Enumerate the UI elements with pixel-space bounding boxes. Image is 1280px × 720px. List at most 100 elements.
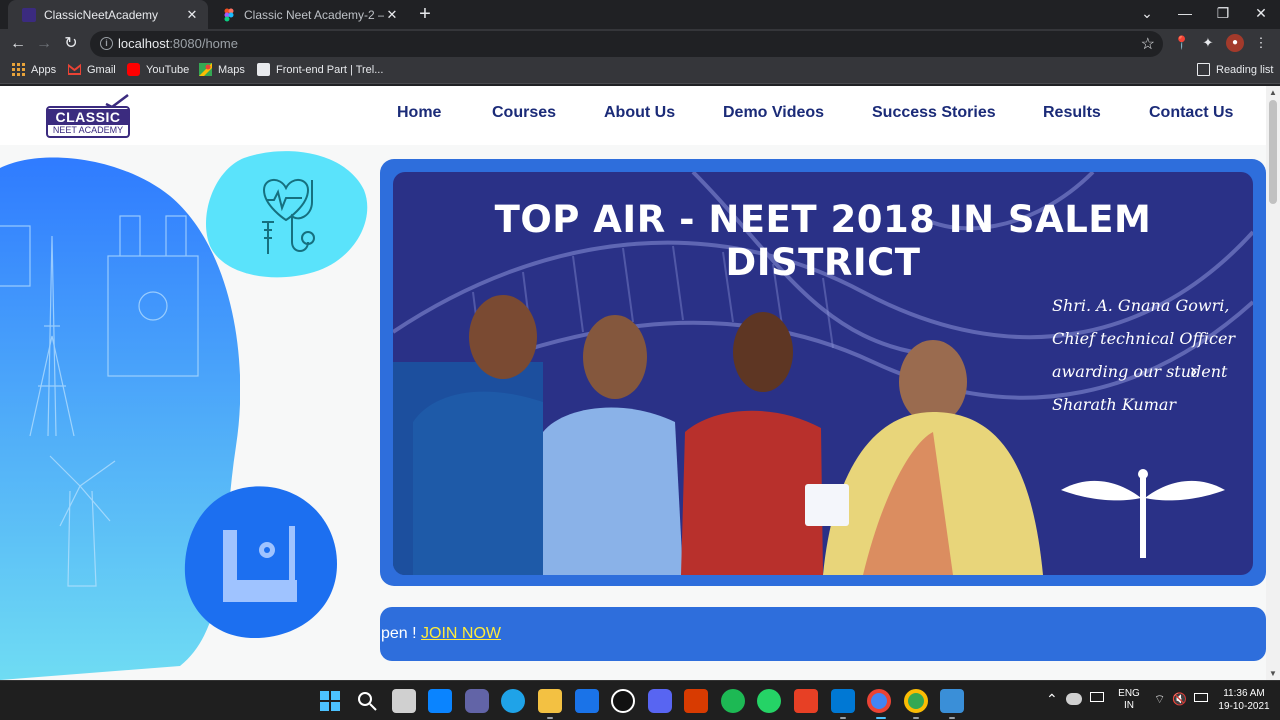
apps-grid-icon bbox=[12, 63, 25, 76]
carousel-next-icon[interactable]: › bbox=[1190, 358, 1197, 384]
show-hidden-icons-chevron-icon[interactable]: ⌃ bbox=[1046, 691, 1058, 708]
bookmark-apps[interactable]: Apps bbox=[12, 63, 56, 76]
teams-chat-icon[interactable] bbox=[465, 689, 489, 713]
nav-success-stories[interactable]: Success Stories bbox=[872, 104, 996, 122]
extensions-puzzle-icon[interactable]: ✦ bbox=[1199, 34, 1217, 52]
tab-classicneetacademy[interactable]: ClassicNeetAcademy ✕ bbox=[8, 0, 208, 29]
bookmark-trello[interactable]: Front-end Part | Trel... bbox=[257, 63, 383, 76]
tab-figma[interactable]: Classic Neet Academy-2 – Figma ✕ bbox=[208, 0, 408, 29]
profile-avatar[interactable]: ● bbox=[1226, 34, 1244, 52]
medical-stethoscope-icon bbox=[205, 151, 368, 278]
site-header: CLASSIC NEET ACADEMY Home Courses About … bbox=[0, 86, 1266, 145]
browser-toolbar: ← → ↻ i localhost:8080/home ☆ 📍 ✦ ● ⋮ bbox=[0, 29, 1280, 58]
slide-caption: Shri. A. Gnana Gowri, Chief technical Of… bbox=[1052, 296, 1236, 414]
tab-title: Classic Neet Academy-2 – Figma bbox=[244, 7, 384, 22]
chrome-profile-icon[interactable] bbox=[904, 689, 928, 713]
minimize-button[interactable]: — bbox=[1166, 0, 1204, 29]
close-window-button[interactable]: ✕ bbox=[1242, 0, 1280, 29]
logo-subtitle: NEET ACADEMY bbox=[52, 125, 124, 135]
bookmarks-bar: Apps Gmail YouTube Maps Front-end Part |… bbox=[0, 58, 1280, 84]
office-365-icon[interactable] bbox=[794, 689, 818, 713]
running-indicator bbox=[949, 717, 955, 719]
new-tab-button[interactable]: + bbox=[414, 3, 436, 25]
site-info-icon[interactable]: i bbox=[100, 37, 113, 50]
volume-muted-icon[interactable]: 🔇 bbox=[1172, 692, 1187, 706]
scrollbar-thumb[interactable] bbox=[1269, 100, 1277, 204]
reading-list-icon bbox=[1197, 63, 1210, 76]
logo-title: CLASSIC bbox=[48, 109, 128, 125]
bookmark-star-icon[interactable]: ☆ bbox=[1141, 34, 1155, 54]
forward-button[interactable]: → bbox=[32, 32, 56, 56]
awardees-group bbox=[393, 295, 1043, 575]
hero-carousel[interactable]: TOP AIR - NEET 2018 IN SALEM DISTRICT Sh… bbox=[380, 159, 1266, 586]
wifi-icon[interactable]: ⌔ bbox=[1154, 692, 1165, 707]
photos-icon[interactable] bbox=[940, 689, 964, 713]
running-indicator bbox=[913, 717, 919, 719]
nav-demo-videos[interactable]: Demo Videos bbox=[723, 104, 824, 122]
language-indicator[interactable]: ENG IN bbox=[1116, 688, 1142, 712]
announcement-text: pen ! JOIN NOW bbox=[381, 625, 502, 642]
dell-icon[interactable] bbox=[611, 689, 635, 713]
carousel-slide: TOP AIR - NEET 2018 IN SALEM DISTRICT Sh… bbox=[393, 172, 1253, 575]
start-windows-icon[interactable] bbox=[318, 689, 342, 713]
page-scrollbar[interactable]: ▲ ▼ bbox=[1266, 86, 1280, 680]
spotify-icon[interactable] bbox=[721, 689, 745, 713]
site-logo[interactable]: CLASSIC NEET ACADEMY bbox=[46, 94, 132, 138]
nav-home[interactable]: Home bbox=[397, 104, 441, 122]
whatsapp-icon[interactable] bbox=[757, 689, 781, 713]
figma-icon bbox=[222, 8, 236, 22]
discord-icon[interactable] bbox=[648, 689, 672, 713]
mail-icon[interactable] bbox=[575, 689, 599, 713]
trello-icon bbox=[257, 63, 270, 76]
maximize-button[interactable]: ❐ bbox=[1204, 0, 1242, 29]
caduceus-icon bbox=[1061, 469, 1225, 558]
announcement-bar: pen ! JOIN NOW bbox=[380, 607, 1266, 661]
running-indicator bbox=[547, 717, 553, 719]
vscode-icon[interactable] bbox=[831, 689, 855, 713]
scroll-down-icon[interactable]: ▼ bbox=[1269, 669, 1277, 678]
nav-courses[interactable]: Courses bbox=[492, 104, 556, 122]
close-tab-icon[interactable]: ✕ bbox=[184, 7, 200, 23]
edge-icon[interactable] bbox=[501, 689, 525, 713]
reading-list-button[interactable]: Reading list bbox=[1197, 63, 1273, 76]
logo-badge: CLASSIC NEET ACADEMY bbox=[46, 106, 130, 138]
task-view-icon[interactable] bbox=[392, 689, 416, 713]
close-tab-icon[interactable]: ✕ bbox=[384, 7, 400, 23]
address-bar[interactable]: i localhost:8080/home ☆ bbox=[90, 31, 1163, 57]
browser-tab-strip: ClassicNeetAcademy ✕ Classic Neet Academ… bbox=[0, 0, 1280, 29]
engineering-factory-icon bbox=[184, 486, 337, 638]
windows-taskbar: ⌃ ENG IN ⌔ 🔇 11:36 AM 19-10-2021 bbox=[0, 680, 1280, 720]
scroll-up-icon[interactable]: ▲ bbox=[1269, 88, 1277, 97]
onedrive-cloud-icon[interactable] bbox=[1066, 693, 1082, 705]
tab-title: ClassicNeetAcademy bbox=[44, 7, 159, 22]
widgets-icon[interactable] bbox=[428, 689, 452, 713]
reload-button[interactable]: ↻ bbox=[59, 32, 83, 56]
file-explorer-icon[interactable] bbox=[538, 689, 562, 713]
keyboard-icon[interactable] bbox=[1090, 692, 1104, 702]
award-trophy bbox=[805, 484, 849, 526]
chrome-icon[interactable] bbox=[867, 689, 891, 713]
nav-results[interactable]: Results bbox=[1043, 104, 1101, 122]
office-icon[interactable] bbox=[684, 689, 708, 713]
nav-contact-us[interactable]: Contact Us bbox=[1149, 104, 1233, 122]
running-indicator bbox=[840, 717, 846, 719]
bookmark-youtube[interactable]: YouTube bbox=[127, 63, 189, 76]
bookmark-gmail[interactable]: Gmail bbox=[67, 62, 116, 76]
bookmark-maps[interactable]: Maps bbox=[199, 63, 245, 76]
active-indicator bbox=[876, 717, 886, 719]
tab-search-icon[interactable]: ⌄ bbox=[1128, 0, 1166, 29]
location-pin-icon[interactable]: 📍 bbox=[1173, 34, 1191, 52]
clock[interactable]: 11:36 AM 19-10-2021 bbox=[1214, 687, 1274, 713]
youtube-icon bbox=[127, 63, 140, 76]
url-text[interactable]: localhost:8080/home bbox=[118, 36, 238, 51]
search-icon[interactable] bbox=[355, 689, 379, 713]
page-viewport: CLASSIC NEET ACADEMY Home Courses About … bbox=[0, 86, 1280, 680]
menu-kebab-icon[interactable]: ⋮ bbox=[1252, 34, 1270, 52]
back-button[interactable]: ← bbox=[6, 32, 30, 56]
nav-about-us[interactable]: About Us bbox=[604, 104, 675, 122]
gmail-icon bbox=[67, 62, 82, 76]
battery-icon[interactable] bbox=[1194, 693, 1208, 702]
slide-title: TOP AIR - NEET 2018 IN SALEM DISTRICT bbox=[494, 198, 1152, 284]
join-now-link[interactable]: JOIN NOW bbox=[421, 625, 501, 642]
site-favicon-icon bbox=[22, 7, 36, 22]
